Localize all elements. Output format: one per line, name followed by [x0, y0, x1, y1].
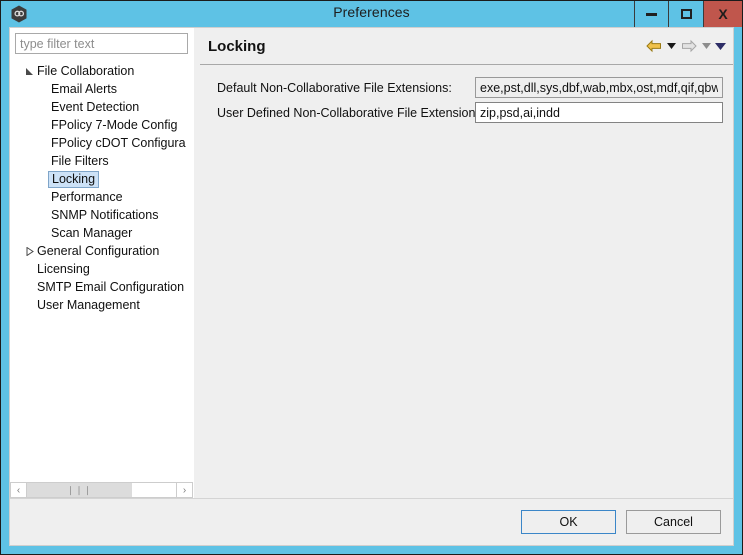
sidebar-item-label: Email Alerts: [51, 82, 117, 96]
sidebar-item-label: Licensing: [37, 262, 90, 276]
preferences-window: Preferences X File Collaboration Email Al…: [0, 0, 743, 555]
dialog-button-bar: OK Cancel: [10, 498, 733, 545]
sidebar-item-label: User Management: [37, 298, 140, 312]
sidebar-item-label: File Filters: [51, 154, 109, 168]
sidebar-item-label: Event Detection: [51, 100, 140, 114]
sidebar-item-label: Locking: [48, 170, 100, 188]
forward-menu-chevron-down-icon: [700, 36, 713, 56]
sidebar-item-label: FPolicy 7-Mode Config: [51, 118, 178, 132]
user-defined-extensions-input[interactable]: [475, 102, 723, 123]
ok-button[interactable]: OK: [521, 510, 616, 534]
close-button[interactable]: X: [704, 1, 742, 27]
back-arrow-icon[interactable]: [644, 36, 664, 56]
close-icon: X: [718, 6, 728, 22]
locking-form: Default Non-Collaborative File Extension…: [200, 65, 733, 498]
maximize-button[interactable]: [669, 1, 704, 27]
preference-page: Locking Default Non-Collaborative File E…: [200, 28, 733, 498]
page-navigation: [644, 36, 727, 56]
default-extensions-input: [475, 77, 723, 98]
overflow-chevron-down-icon[interactable]: [714, 36, 727, 56]
sidebar-item-label: General Configuration: [37, 244, 160, 258]
back-menu-chevron-down-icon[interactable]: [665, 36, 678, 56]
form-row: User Defined Non-Collaborative File Exte…: [200, 100, 733, 125]
sidebar-item-email-alerts[interactable]: Email Alerts: [10, 80, 193, 98]
dialog-body: File Collaboration Email Alerts Event Dete…: [9, 27, 734, 546]
content-area: File Collaboration Email Alerts Event Dete…: [10, 28, 733, 498]
scroll-left-button[interactable]: ‹: [10, 482, 27, 498]
scroll-right-button[interactable]: ›: [176, 482, 193, 498]
sidebar-item-user-management[interactable]: User Management: [10, 296, 193, 314]
sidebar-item-general-configuration[interactable]: General Configuration: [10, 242, 193, 260]
page-header: Locking: [200, 28, 733, 65]
preferences-tree-pane: File Collaboration Email Alerts Event Dete…: [10, 28, 194, 498]
field-label: Default Non-Collaborative File Extension…: [217, 80, 452, 95]
scroll-track[interactable]: ❘❘❘: [27, 482, 176, 498]
sidebar-item-label: Scan Manager: [51, 226, 133, 240]
filter-wrap: [10, 28, 193, 54]
sidebar-item-file-filters[interactable]: File Filters: [10, 152, 193, 170]
page-title: Locking: [208, 37, 266, 55]
scroll-grip-icon: ❘❘❘: [66, 484, 93, 495]
sidebar-item-locking[interactable]: Locking: [10, 170, 193, 188]
sidebar-item-scan-manager[interactable]: Scan Manager: [10, 224, 193, 242]
sidebar-item-label: Performance: [51, 190, 123, 204]
sidebar-item-licensing[interactable]: Licensing: [10, 260, 193, 278]
window-title: Preferences: [333, 4, 410, 20]
preferences-tree[interactable]: File Collaboration Email Alerts Event Dete…: [10, 54, 193, 481]
minimize-icon: [646, 12, 657, 16]
sidebar-item-label: File Collaboration: [37, 64, 135, 78]
sidebar-item-fpolicy-cdot-configura[interactable]: FPolicy cDOT Configura: [10, 134, 193, 152]
sidebar-item-fpolicy-7-mode-config[interactable]: FPolicy 7-Mode Config: [10, 116, 193, 134]
forward-arrow-icon: [679, 36, 699, 56]
minimize-button[interactable]: [634, 1, 669, 27]
filter-input[interactable]: [15, 33, 188, 54]
sidebar-item-smtp-email-configuration[interactable]: SMTP Email Configuration: [10, 278, 193, 296]
sidebar-item-label: SMTP Email Configuration: [37, 280, 185, 294]
sidebar-item-snmp-notifications[interactable]: SNMP Notifications: [10, 206, 193, 224]
tree-collapsed-arrow-icon[interactable]: [22, 246, 36, 256]
field-label: User Defined Non-Collaborative File Exte…: [217, 105, 486, 120]
title-bar: Preferences X: [1, 1, 742, 27]
sidebar-item-file-collaboration[interactable]: File Collaboration: [10, 62, 193, 80]
scroll-thumb[interactable]: ❘❘❘: [27, 483, 132, 497]
sidebar-item-performance[interactable]: Performance: [10, 188, 193, 206]
sidebar-item-label: FPolicy cDOT Configura: [51, 136, 186, 150]
form-row: Default Non-Collaborative File Extension…: [200, 75, 733, 100]
sidebar-item-label: SNMP Notifications: [51, 208, 159, 222]
maximize-icon: [680, 9, 692, 19]
tree-horizontal-scrollbar[interactable]: ‹ ❘❘❘ ›: [10, 481, 193, 498]
tree-expanded-arrow-icon[interactable]: [22, 67, 36, 76]
cancel-button[interactable]: Cancel: [626, 510, 721, 534]
window-controls: X: [634, 1, 742, 27]
sidebar-item-event-detection[interactable]: Event Detection: [10, 98, 193, 116]
